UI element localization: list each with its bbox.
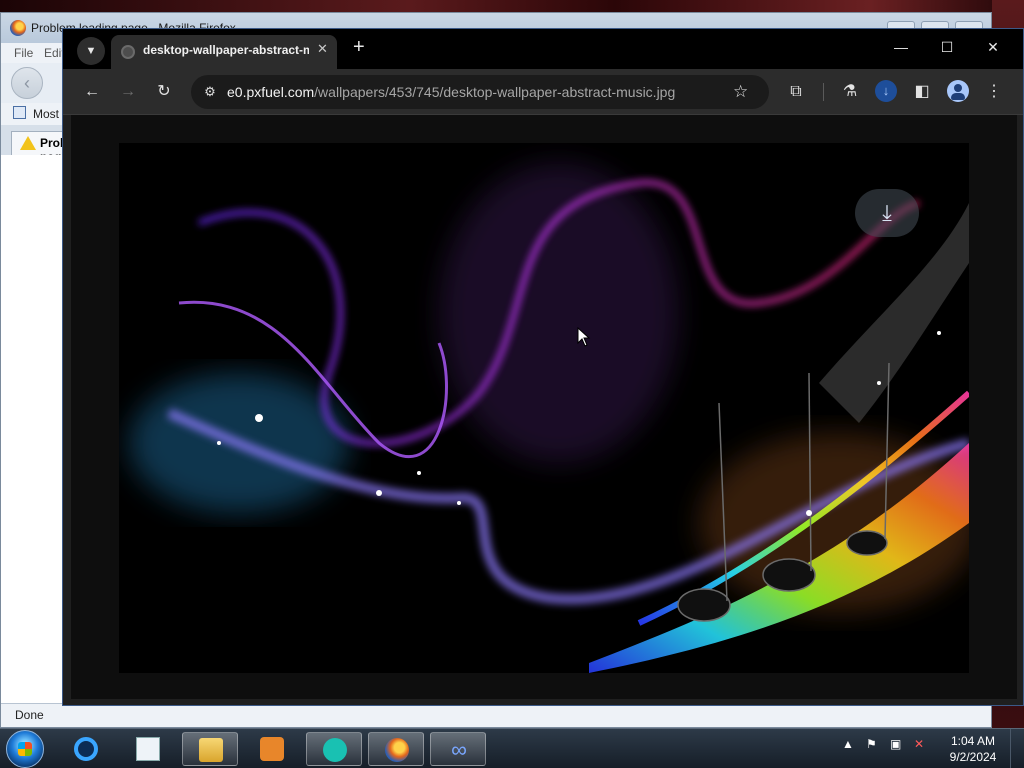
taskbar-file-explorer[interactable]: [182, 732, 238, 766]
address-bar-url[interactable]: e0.pxfuel.com/wallpapers/453/745/desktop…: [227, 84, 675, 100]
side-panel-icon[interactable]: ◧: [911, 81, 933, 103]
taskbar-messenger[interactable]: [306, 732, 362, 766]
forward-button[interactable]: →: [117, 81, 139, 103]
clock-date: 9/2/2024: [949, 750, 997, 764]
taskbar-notepad[interactable]: [120, 732, 176, 766]
bookmark-star-icon[interactable]: ☆: [733, 82, 748, 102]
chevron-down-icon: ▼: [85, 45, 97, 57]
chrome-viewport: ⤓: [71, 115, 1017, 699]
address-bar[interactable]: ⚙ e0.pxfuel.com/wallpapers/453/745/deskt…: [191, 75, 769, 109]
tab-title: desktop-wallpaper-abstract-music.jpg: [143, 43, 309, 57]
chrome-toolbar: ← → ↻ ⚙ e0.pxfuel.com/wallpapers/453/745…: [63, 69, 1023, 115]
taskbar: ∞ ▲ ⚑ ▣ ✕ 1:04 AM 9/2/2024: [0, 728, 1024, 768]
download-icon: ⤓: [882, 200, 892, 225]
downloads-icon[interactable]: ↓: [875, 80, 897, 102]
wallpaper-art: [119, 143, 969, 673]
profile-icon[interactable]: [947, 80, 969, 102]
firefox-icon: [385, 738, 409, 762]
start-button[interactable]: [6, 730, 44, 768]
system-clock[interactable]: 1:04 AM 9/2/2024: [944, 733, 1002, 765]
firefox-logo-icon: [10, 20, 26, 36]
messenger-icon: [323, 738, 347, 762]
kebab-menu-icon[interactable]: ⋮: [983, 81, 1005, 103]
firefox-menu-file[interactable]: File: [14, 46, 33, 60]
tab-search-button[interactable]: ▼: [77, 37, 105, 65]
abstract-music-wallpaper-image[interactable]: ⤓: [119, 143, 969, 673]
toolbar-separator: [823, 83, 824, 101]
volume-muted-icon[interactable]: ✕: [914, 737, 924, 751]
chrome-tab-active[interactable]: desktop-wallpaper-abstract-music.jpg ✕: [111, 35, 337, 69]
network-icon[interactable]: ▣: [890, 737, 901, 751]
image-download-button[interactable]: ⤓: [855, 189, 919, 237]
folder-icon: [199, 738, 223, 762]
mouse-cursor-icon: [577, 327, 591, 347]
close-icon[interactable]: ✕: [983, 39, 1003, 56]
show-desktop-button[interactable]: [1010, 729, 1024, 768]
new-tab-button[interactable]: +: [353, 37, 365, 57]
minimize-icon[interactable]: —: [891, 39, 911, 55]
maximize-icon[interactable]: ☐: [937, 39, 957, 56]
notepad-icon: [136, 737, 160, 761]
infinity-icon: ∞: [451, 737, 467, 762]
back-button[interactable]: ←: [81, 81, 103, 103]
labs-flask-icon[interactable]: ⚗: [839, 81, 861, 103]
tab-favicon-icon: [121, 45, 135, 59]
internet-explorer-icon: [74, 737, 98, 761]
action-center-flag-icon[interactable]: ⚑: [866, 737, 877, 751]
firefox-back-button[interactable]: ‹: [11, 67, 43, 99]
clock-time: 1:04 AM: [950, 734, 996, 748]
warning-icon: [20, 136, 36, 150]
firefox-status-text: Done: [15, 708, 44, 722]
reload-button[interactable]: ↻: [153, 81, 175, 103]
taskbar-firefox[interactable]: [368, 732, 424, 766]
extensions-puzzle-icon[interactable]: ⧉: [785, 81, 807, 103]
site-info-tune-icon[interactable]: ⚙: [201, 83, 219, 101]
most-visited-icon: [13, 106, 26, 119]
taskbar-internet-explorer[interactable]: [58, 732, 114, 766]
show-hidden-icons[interactable]: ▲: [842, 737, 854, 751]
taskbar-infinity-app[interactable]: ∞: [430, 732, 486, 766]
firefox-statusbar: Done: [1, 703, 991, 727]
chrome-window[interactable]: ▼ desktop-wallpaper-abstract-music.jpg ✕…: [62, 28, 1024, 706]
taskbar-media-player[interactable]: [244, 732, 300, 766]
media-player-icon: [260, 737, 284, 761]
tab-close-icon[interactable]: ✕: [317, 41, 328, 57]
chrome-tabstrip: ▼ desktop-wallpaper-abstract-music.jpg ✕…: [63, 29, 1023, 69]
